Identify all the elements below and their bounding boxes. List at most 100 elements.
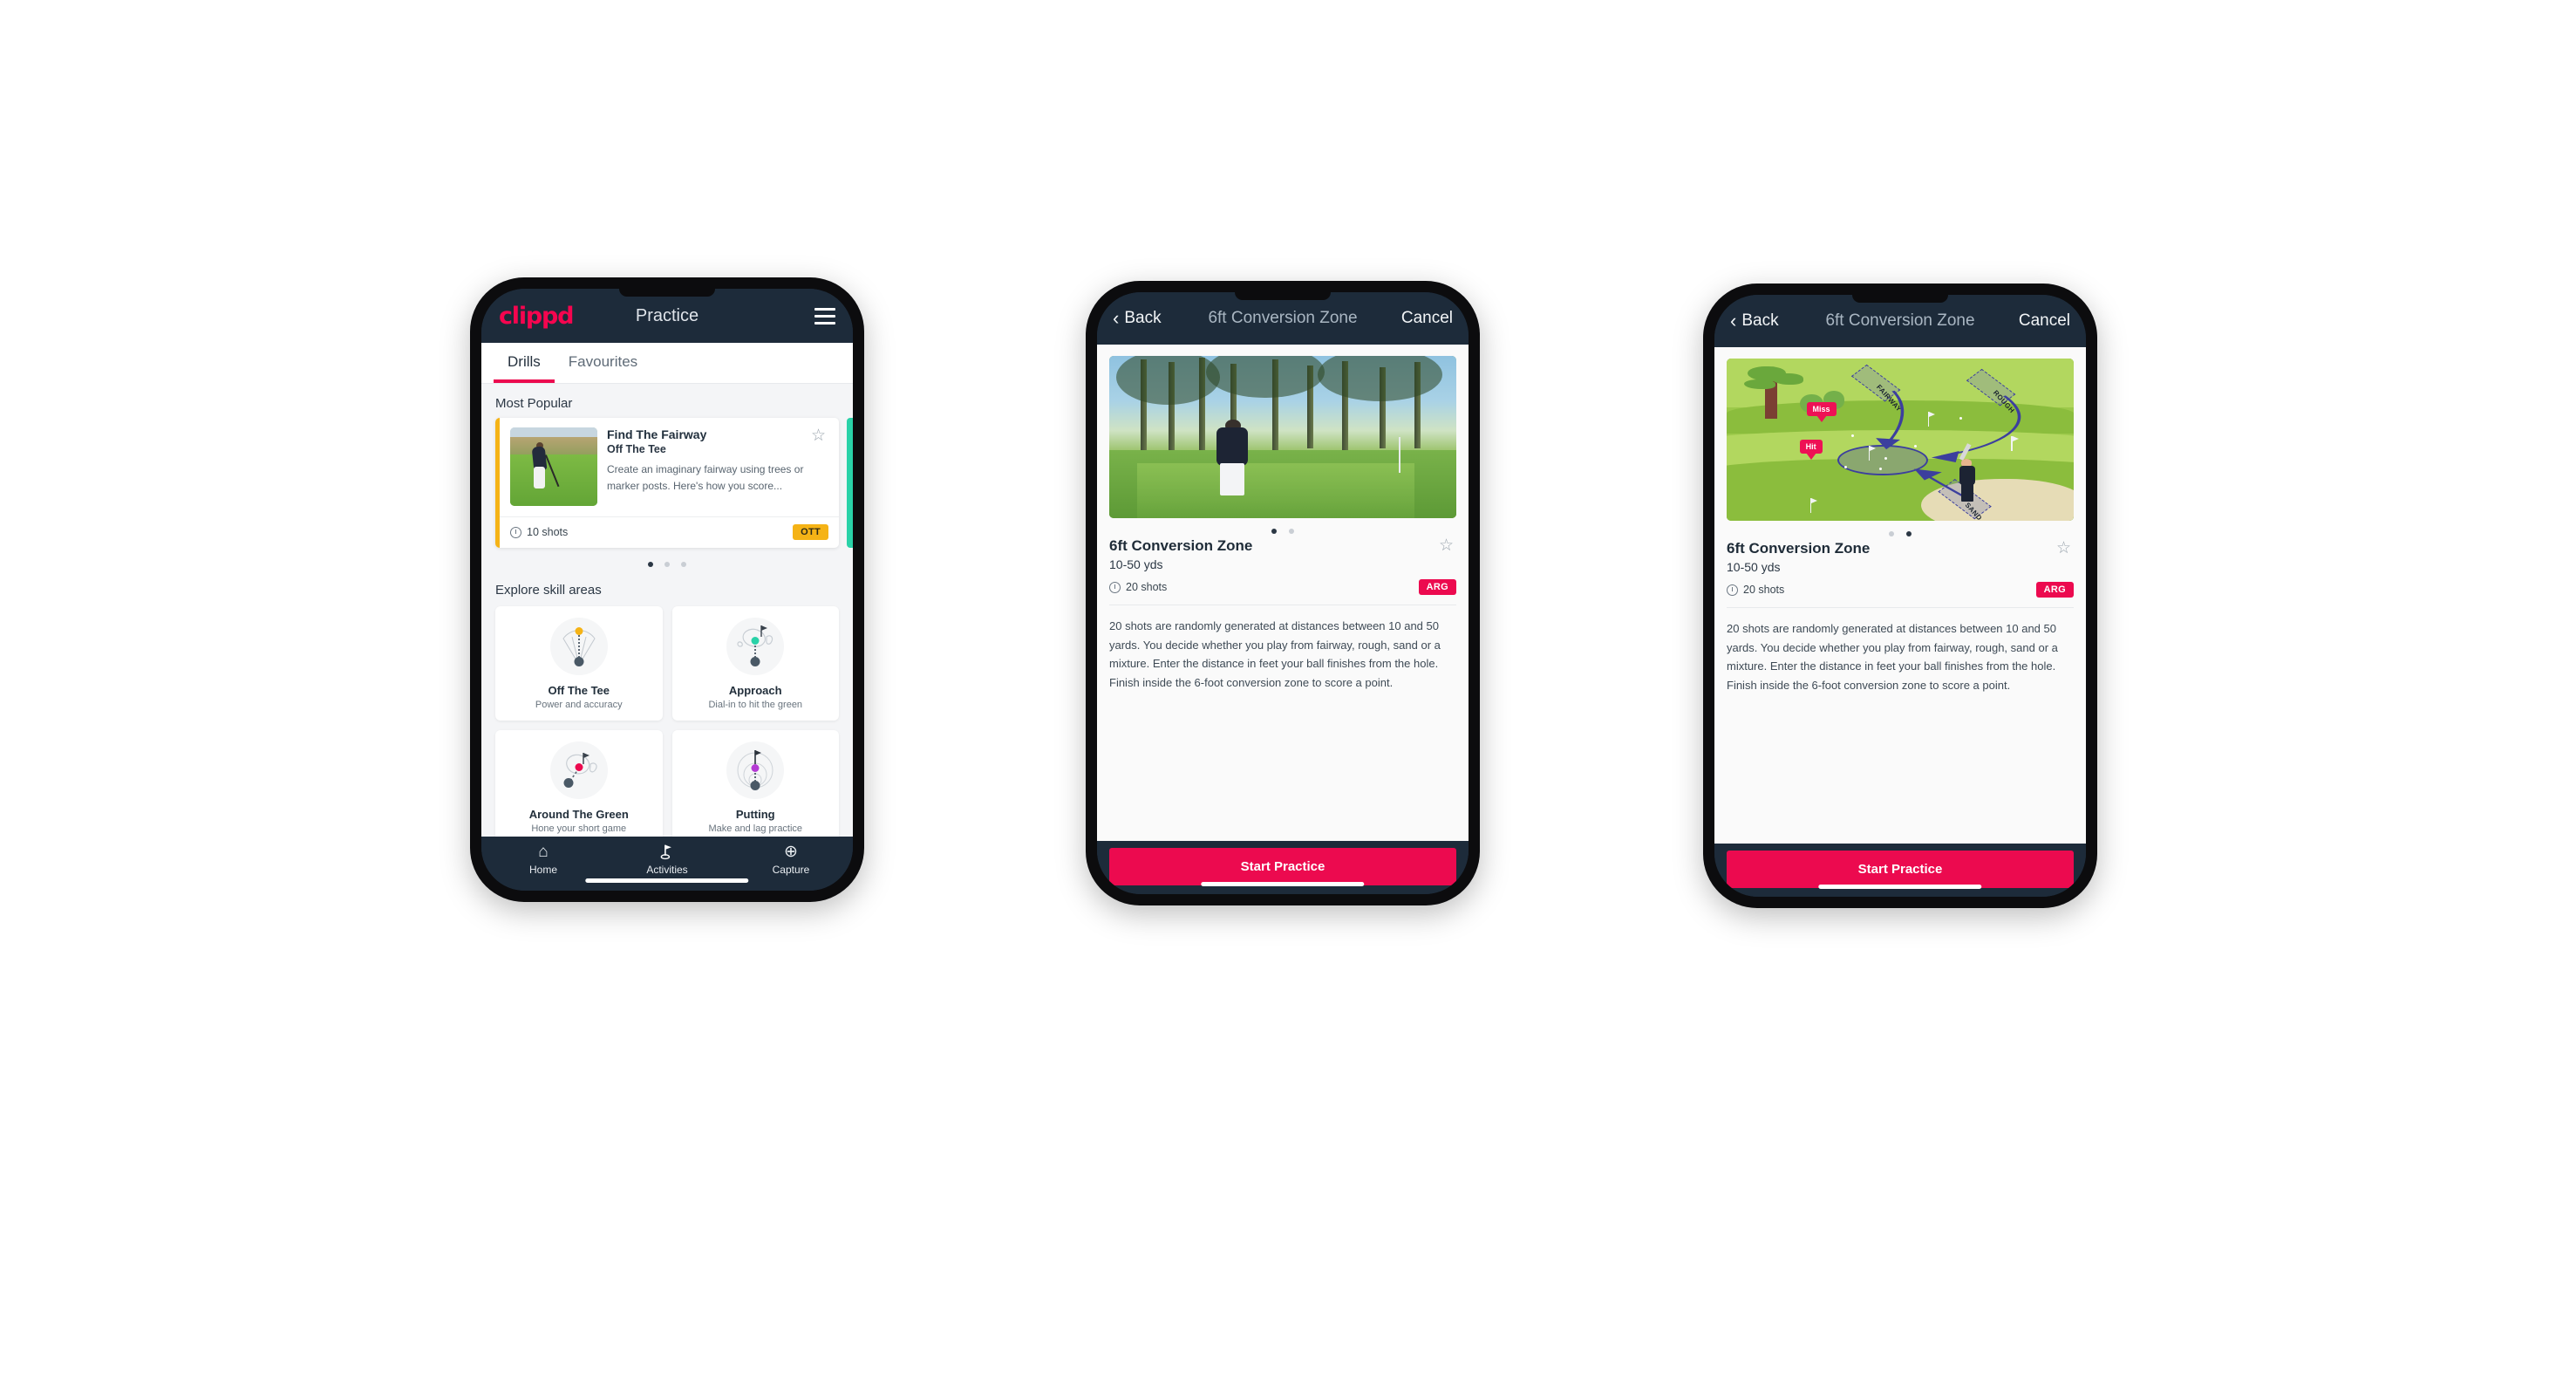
detail-content: FAIRWAY ROUGH SAND Miss Hit 6ft Conversi… (1714, 347, 2086, 844)
tab-drills[interactable]: Drills (494, 343, 555, 383)
drill-description: Create an imaginary fairway using trees … (607, 463, 804, 492)
back-button[interactable]: ‹ Back (1730, 311, 1779, 331)
nav-item-capture[interactable]: ⊕ Capture (729, 843, 853, 876)
carousel-dot[interactable] (1889, 531, 1894, 536)
drill-title: Find The Fairway (607, 427, 707, 441)
skill-badge-ott: OTT (793, 524, 828, 540)
back-button[interactable]: ‹ Back (1113, 309, 1162, 328)
tab-favourites[interactable]: Favourites (555, 343, 651, 383)
skill-subtitle: Dial-in to hit the green (708, 700, 803, 710)
home-indicator (1201, 882, 1365, 886)
carousel-dot[interactable] (1289, 529, 1294, 534)
drill-detail-header: 6ft Conversion Zone 10-50 yds ☆ 20 shots… (1097, 536, 1469, 605)
clippd-logo: clippd (499, 302, 575, 330)
carousel-dot[interactable] (1271, 529, 1277, 534)
chevron-left-icon: ‹ (1730, 310, 1737, 331)
drill-media-photo[interactable] (1109, 356, 1456, 518)
drill-shots-label: 20 shots (1126, 581, 1168, 593)
device-notch (619, 289, 715, 297)
skill-badge-arg: ARG (2035, 582, 2074, 598)
drill-detail-shots: 20 shots (1727, 584, 1784, 596)
drill-detail-shots: 20 shots (1109, 581, 1167, 593)
star-outline-icon[interactable]: ☆ (1439, 537, 1456, 555)
tab-bar: Drills Favourites (481, 343, 853, 384)
home-indicator (1818, 885, 1982, 889)
skill-card-approach[interactable]: Approach Dial-in to hit the green (671, 606, 839, 721)
most-popular-heading: Most Popular (495, 396, 573, 411)
home-indicator (585, 878, 749, 883)
carousel-dot[interactable] (681, 562, 686, 567)
carousel-dot[interactable] (648, 562, 653, 567)
skill-subtitle: Power and accuracy (535, 700, 623, 710)
phone-mockup-drill-detail-photo: ‹ Back 6ft Conversion Zone Cancel 6ft Co… (1086, 281, 1480, 905)
skill-title: Around The Green (528, 808, 629, 821)
nav-item-home[interactable]: ⌂ Home (481, 843, 605, 876)
phone-mockup-practice: clippd Practice Drills Favourites Most P… (470, 277, 864, 902)
device-notch (1852, 295, 1948, 303)
drill-description-text: 20 shots are randomly generated at dista… (1727, 622, 2058, 692)
back-label: Back (1741, 311, 1779, 330)
tag-miss: Miss (1806, 402, 1837, 417)
drill-shots: 10 shots (510, 526, 568, 538)
explore-heading: Explore skill areas (495, 583, 602, 598)
cancel-button[interactable]: Cancel (1401, 309, 1453, 328)
nav-label: Home (528, 864, 557, 876)
drill-detail-title: 6ft Conversion Zone (1727, 540, 1871, 557)
off-the-tee-icon (549, 618, 608, 675)
clock-icon (1727, 584, 1738, 596)
start-practice-button[interactable]: Start Practice (1727, 851, 2074, 888)
tag-hit: Hit (1799, 440, 1823, 454)
skill-title: Off The Tee (548, 684, 610, 697)
skill-card-putting[interactable]: Putting Make and lag practice (671, 730, 839, 837)
detail-navbar: ‹ Back 6ft Conversion Zone Cancel (1097, 292, 1469, 345)
golf-flag-icon (605, 843, 729, 862)
drill-detail-header: 6ft Conversion Zone 10-50 yds ☆ 20 shots… (1714, 538, 2086, 608)
carousel-dot[interactable] (664, 562, 670, 567)
drill-detail-distance: 10-50 yds (1109, 557, 1163, 571)
skill-subtitle: Make and lag practice (708, 823, 803, 834)
drill-shots-label: 10 shots (527, 526, 569, 538)
skill-title: Approach (728, 684, 782, 697)
clock-icon (510, 526, 521, 538)
device-notch (1235, 292, 1331, 300)
drill-shots-label: 20 shots (1743, 584, 1785, 596)
cancel-button[interactable]: Cancel (2019, 311, 2070, 331)
drill-description-text: 20 shots are randomly generated at dista… (1109, 619, 1441, 689)
carousel-dots (481, 548, 853, 571)
skill-badge-arg: ARG (1418, 579, 1456, 595)
plus-circle-icon: ⊕ (784, 843, 798, 861)
chevron-left-icon: ‹ (1113, 307, 1120, 329)
drill-media-illustration[interactable]: FAIRWAY ROUGH SAND Miss Hit (1727, 359, 2074, 521)
carousel-dot[interactable] (1906, 531, 1912, 536)
nav-label: Capture (772, 864, 810, 876)
around-the-green-icon (549, 741, 608, 799)
putting-icon (726, 741, 785, 799)
detail-content: 6ft Conversion Zone 10-50 yds ☆ 20 shots… (1097, 345, 1469, 841)
skill-title: Putting (735, 808, 775, 821)
skill-card-off-the-tee[interactable]: Off The Tee Power and accuracy (495, 606, 663, 721)
app-header: clippd Practice (481, 289, 853, 343)
star-outline-icon[interactable]: ☆ (811, 427, 828, 445)
approach-icon (726, 618, 785, 675)
back-label: Back (1124, 309, 1162, 327)
start-practice-button[interactable]: Start Practice (1109, 848, 1456, 885)
drill-carousel: Find The Fairway Off The Tee ☆ Create an… (481, 418, 853, 548)
drill-card[interactable]: Find The Fairway Off The Tee ☆ Create an… (495, 418, 839, 548)
skill-area-grid: Off The Tee Power and accuracy Approach … (481, 605, 853, 837)
drill-thumbnail (510, 427, 597, 506)
nav-item-activities[interactable]: Activities (605, 843, 729, 876)
hamburger-icon[interactable] (814, 307, 835, 325)
home-icon: ⌂ (538, 843, 549, 861)
practice-content: Most Popular Find The Fairway Off The Te… (481, 384, 853, 837)
screenshot-canvas: clippd Practice Drills Favourites Most P… (0, 0, 2576, 1387)
nav-label: Activities (646, 864, 688, 876)
drill-detail-title: 6ft Conversion Zone (1109, 537, 1253, 554)
skill-card-around-the-green[interactable]: Around The Green Hone your short game (495, 730, 663, 837)
skill-subtitle: Hone your short game (531, 823, 627, 834)
drill-detail-distance: 10-50 yds (1727, 560, 1781, 574)
detail-navbar: ‹ Back 6ft Conversion Zone Cancel (1714, 295, 2086, 347)
phone-mockup-drill-detail-illustration: ‹ Back 6ft Conversion Zone Cancel FAIRWA… (1703, 284, 2097, 908)
star-outline-icon[interactable]: ☆ (2056, 540, 2074, 557)
next-card-peek[interactable] (847, 418, 853, 548)
clock-icon (1109, 581, 1121, 593)
